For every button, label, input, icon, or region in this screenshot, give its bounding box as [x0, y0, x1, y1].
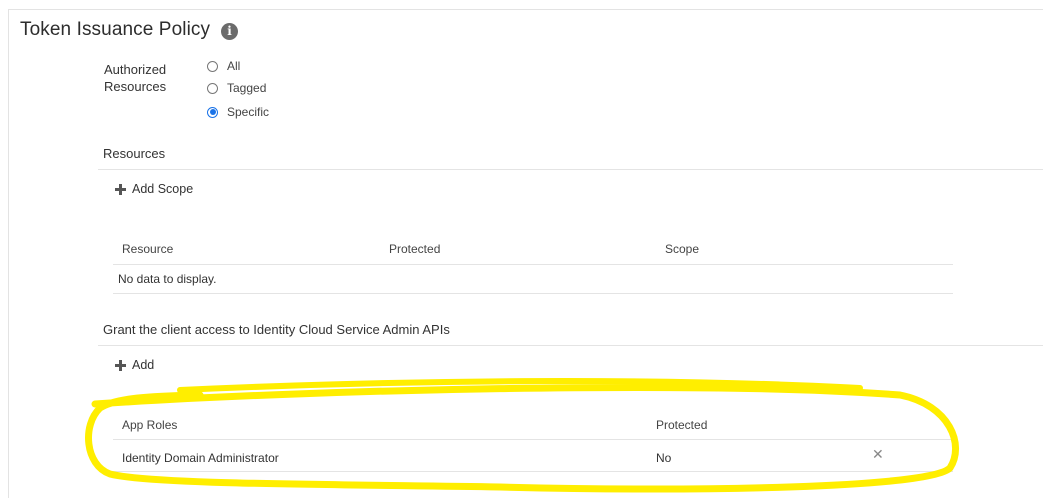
radio-button-all[interactable] — [207, 60, 218, 72]
admin-apis-divider — [98, 345, 1043, 346]
page-title: Token Issuance Policy — [20, 19, 211, 40]
info-icon[interactable]: i — [221, 23, 238, 40]
app-roles-table-header-divider — [113, 439, 953, 440]
resources-table-header-divider — [113, 264, 953, 265]
admin-apis-title: Grant the client access to Identity Clou… — [103, 322, 450, 337]
table-cell-protected: No — [656, 451, 672, 465]
radio-label-all: All — [227, 59, 241, 73]
column-header-app-roles[interactable]: App Roles — [122, 418, 177, 432]
table-cell-app-role: Identity Domain Administrator — [122, 451, 279, 465]
column-header-protected[interactable]: Protected — [389, 242, 440, 256]
resources-table-bottom-divider — [113, 293, 953, 294]
add-scope-button[interactable]: Add Scope — [115, 182, 193, 196]
resources-empty-message: No data to display. — [118, 272, 217, 286]
app-roles-table-bottom-divider — [113, 471, 953, 472]
radio-option-specific[interactable]: Specific — [207, 104, 269, 120]
add-app-role-label: Add — [132, 358, 155, 372]
add-scope-label: Add Scope — [132, 182, 194, 196]
resources-divider — [98, 169, 1043, 170]
column-header-protected[interactable]: Protected — [656, 418, 707, 432]
radio-option-tagged[interactable]: Tagged — [207, 80, 266, 96]
column-header-scope[interactable]: Scope — [665, 242, 699, 256]
radio-label-specific: Specific — [227, 105, 270, 119]
authorized-resources-label-line2: Resources — [104, 79, 167, 94]
radio-button-tagged[interactable] — [207, 82, 218, 94]
resources-title: Resources — [103, 146, 166, 161]
authorized-resources-label-line1: Authorized — [104, 62, 167, 77]
radio-label-tagged: Tagged — [227, 81, 267, 95]
add-app-role-button[interactable]: Add — [115, 358, 154, 372]
column-header-resource[interactable]: Resource — [122, 242, 173, 256]
radio-option-all[interactable]: All — [207, 58, 240, 74]
plus-icon — [115, 183, 126, 195]
plus-icon — [115, 359, 126, 371]
close-icon[interactable]: ✕ — [872, 447, 884, 463]
radio-button-specific[interactable] — [207, 106, 218, 118]
